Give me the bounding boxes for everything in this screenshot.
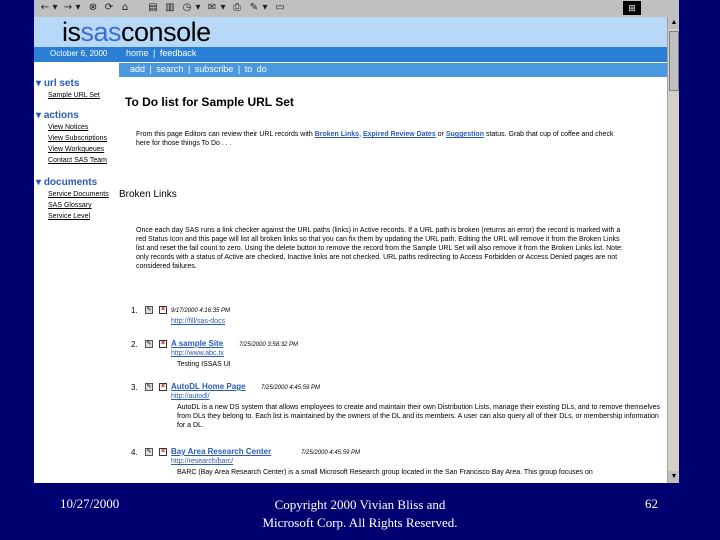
- slide-date: 10/27/2000: [60, 496, 120, 511]
- sidebar-item-view-subscriptions[interactable]: View Subscriptions: [48, 135, 107, 142]
- nav-separator: |: [153, 48, 156, 58]
- sidebar-section-actions[interactable]: ▾ actions: [36, 110, 79, 121]
- print-icon[interactable]: ⎙: [231, 2, 243, 14]
- back-icon[interactable]: ←: [40, 2, 50, 14]
- sidebar-item-sas-glossary[interactable]: SAS Glossary: [48, 202, 92, 209]
- item-date: 9/17/2000 4:16:35 PM: [171, 308, 231, 314]
- scroll-up-icon[interactable]: ▲: [668, 17, 679, 29]
- vertical-scrollbar[interactable]: ▲ ▼: [667, 17, 679, 483]
- delete-record-icon[interactable]: ×: [159, 448, 167, 456]
- item-url-link[interactable]: http://autodl/: [171, 393, 210, 400]
- item-description: BARC (Bay Area Research Center) is a sma…: [177, 469, 593, 476]
- sidebar-section-url-sets[interactable]: ▾ url sets: [36, 78, 79, 89]
- discuss-icon[interactable]: ▭: [274, 2, 286, 14]
- delete-record-icon[interactable]: ×: [159, 383, 167, 391]
- back-dropdown-icon[interactable]: ▾: [51, 2, 59, 14]
- site-logo[interactable]: issasconsole: [62, 17, 211, 47]
- logo-part-console: console: [121, 17, 211, 47]
- edit-dropdown-icon[interactable]: ▾: [261, 2, 269, 14]
- favorites-icon[interactable]: ▥: [164, 2, 176, 14]
- nav-home-link[interactable]: home: [126, 48, 149, 58]
- section-heading-broken-links: Broken Links: [119, 189, 177, 200]
- item-number: 2.: [131, 340, 138, 349]
- suggestion-link[interactable]: Suggestion: [446, 131, 484, 138]
- sidebar-item-view-notices[interactable]: View Notices: [48, 124, 88, 131]
- forward-icon[interactable]: →: [63, 2, 73, 14]
- item-date: 7/25/2000 4:45:59 PM: [261, 385, 321, 391]
- item-description: Testing ISSAS UI: [177, 361, 231, 368]
- logo-part-is: is: [62, 17, 81, 47]
- search-icon[interactable]: ▤: [147, 2, 159, 14]
- nav-feedback-link[interactable]: feedback: [160, 48, 197, 58]
- nav-subscribe-link[interactable]: subscribe: [195, 64, 234, 74]
- sidebar-item-view-workqueues[interactable]: View Workqueues: [48, 146, 104, 153]
- item-title-link[interactable]: A sample Site: [171, 339, 223, 348]
- expired-review-dates-link[interactable]: Expired Review Dates: [363, 131, 436, 138]
- sidebar-item-service-level[interactable]: Service Level: [48, 213, 90, 220]
- current-date: October 6, 2000: [50, 49, 108, 58]
- nav-separator: |: [187, 64, 191, 74]
- windows-logo-icon: ⊞: [623, 1, 641, 15]
- nav-todo-link[interactable]: to do: [245, 64, 267, 74]
- stop-icon[interactable]: ⊗: [87, 2, 99, 14]
- logo-part-sas: sas: [80, 17, 122, 47]
- copyright-line-1: Copyright 2000 Vivian Bliss and: [274, 497, 446, 512]
- broken-links-description: Once each day SAS runs a link checker ag…: [136, 227, 623, 270]
- slide-page-number: 62: [645, 496, 658, 511]
- item-description: AutoDL is a new DS system that allows em…: [177, 404, 660, 429]
- copyright-line-2: Microsoft Corp. All Rights Reserved.: [262, 515, 458, 530]
- scroll-thumb[interactable]: [669, 31, 679, 91]
- delete-record-icon[interactable]: ×: [159, 340, 167, 348]
- nav-separator: |: [237, 64, 241, 74]
- item-title-link[interactable]: Bay Area Research Center: [171, 447, 271, 456]
- mail-dropdown-icon[interactable]: ▾: [219, 2, 227, 14]
- nav-separator: |: [149, 64, 152, 74]
- item-url-link[interactable]: http://fill/sas-docs: [171, 318, 225, 325]
- edit-record-icon[interactable]: ✎: [145, 306, 153, 314]
- item-title-link[interactable]: AutoDL Home Page: [171, 382, 246, 391]
- secondary-nav: add | search | subscribe | to do: [130, 64, 267, 74]
- history-dropdown-icon[interactable]: ▾: [194, 2, 202, 14]
- mail-icon[interactable]: ✉: [206, 2, 218, 14]
- forward-dropdown-icon[interactable]: ▾: [74, 2, 82, 14]
- delete-record-icon[interactable]: ×: [159, 306, 167, 314]
- refresh-icon[interactable]: ⟳: [103, 2, 115, 14]
- sidebar-item-service-documents[interactable]: Service Documents: [48, 191, 109, 198]
- item-number: 4.: [131, 448, 138, 457]
- sidebar-section-documents[interactable]: ▾ documents: [36, 177, 97, 188]
- slide-copyright: Copyright 2000 Vivian Bliss and Microsof…: [230, 496, 490, 532]
- page-title: To Do list for Sample URL Set: [125, 95, 294, 109]
- item-number: 1.: [131, 306, 138, 315]
- broken-links-link[interactable]: Broken Links: [315, 131, 359, 138]
- edit-record-icon[interactable]: ✎: [145, 383, 153, 391]
- primary-nav: home | feedback: [126, 48, 198, 58]
- item-url-link[interactable]: http://research/barc/: [171, 458, 233, 465]
- edit-icon[interactable]: ✎: [248, 2, 260, 14]
- item-date: 7/25/2000 4:45:59 PM: [301, 450, 361, 456]
- sidebar-item-sample-url-set[interactable]: Sample URL Set: [48, 92, 100, 99]
- main-content: To Do list for Sample URL Set From this …: [119, 78, 667, 483]
- intro-paragraph: From this page Editors can review their …: [136, 131, 614, 147]
- item-date: 7/25/2000 3:58:32 PM: [239, 342, 299, 348]
- item-number: 3.: [131, 383, 138, 392]
- edit-record-icon[interactable]: ✎: [145, 448, 153, 456]
- edit-record-icon[interactable]: ✎: [145, 340, 153, 348]
- nav-add-link[interactable]: add: [130, 64, 145, 74]
- sidebar-item-contact-sas-team[interactable]: Contact SAS Team: [48, 157, 107, 164]
- browser-toolbar: ← ▾ → ▾ ⊗ ⟳ ⌂ ▤ ▥ ◷ ▾ ✉ ▾ ⎙ ✎ ▾ ▭ ⊞: [34, 0, 679, 18]
- item-url-link[interactable]: http://www.abc.tx: [171, 350, 224, 357]
- home-icon[interactable]: ⌂: [119, 2, 131, 14]
- nav-search-link[interactable]: search: [156, 64, 183, 74]
- history-icon[interactable]: ◷: [181, 2, 193, 14]
- scroll-down-icon[interactable]: ▼: [668, 471, 679, 483]
- browser-screenshot: ← ▾ → ▾ ⊗ ⟳ ⌂ ▤ ▥ ◷ ▾ ✉ ▾ ⎙ ✎ ▾ ▭ ⊞ issa…: [34, 0, 679, 483]
